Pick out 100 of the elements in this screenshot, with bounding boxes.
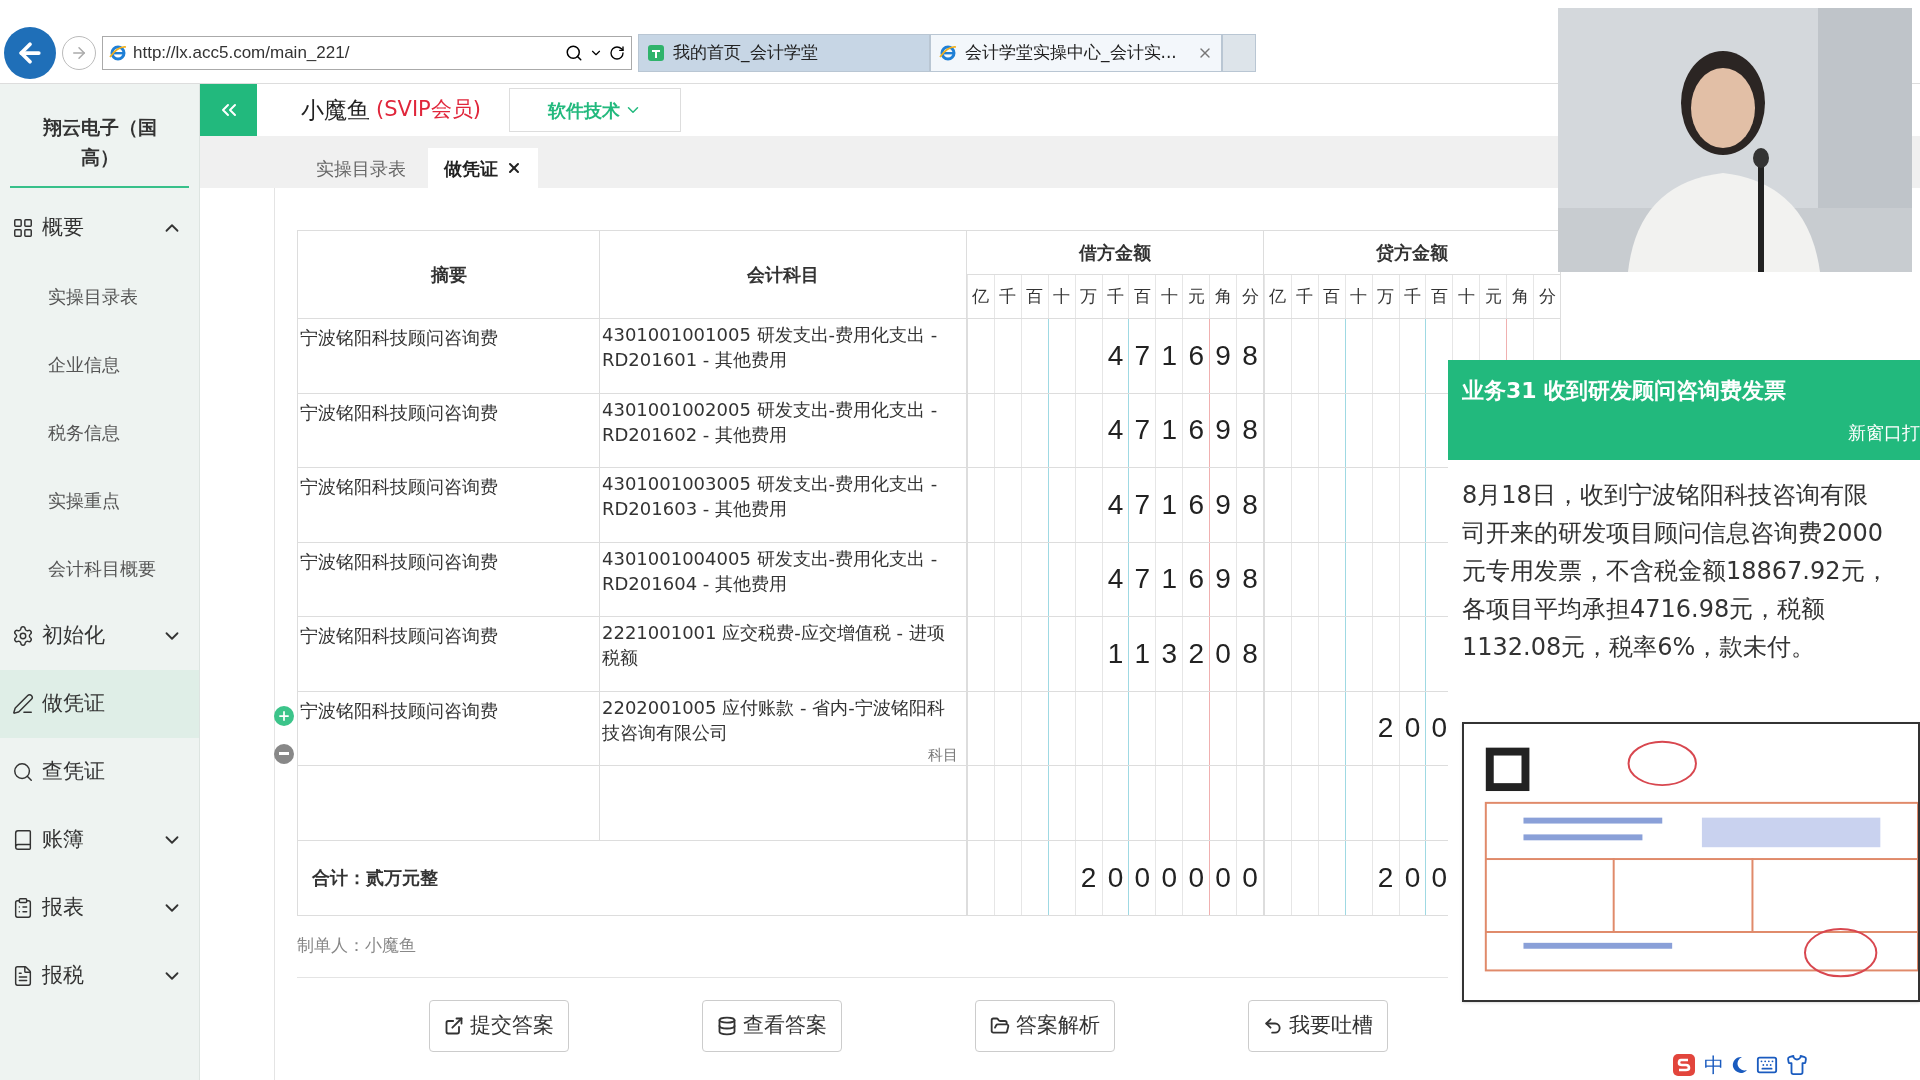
sidebar-subitem[interactable]: 实操目录表	[0, 262, 199, 330]
sidebar-item[interactable]: 初始化	[0, 602, 199, 670]
total-label: 合计：贰万元整	[312, 866, 438, 890]
amount-digit: 7	[1134, 487, 1151, 522]
amount-digit: 8	[1242, 413, 1258, 448]
sidebar-item[interactable]: 账簿	[0, 806, 199, 874]
sidebar-item[interactable]: 做凭证	[0, 670, 199, 738]
close-icon[interactable]	[506, 160, 522, 176]
unit-header: 元	[1187, 284, 1205, 308]
amount-digit: 0	[1404, 860, 1421, 895]
amount-digit: 1	[1134, 636, 1151, 671]
account-cell-text: 2221001001 应交税费-应交增值税 - 进项税额	[602, 621, 946, 670]
amount-digit: 0	[1215, 636, 1231, 671]
amount-digit: 0	[1161, 860, 1178, 895]
summary-cell: 宁波铭阳科技顾问咨询费	[300, 625, 498, 646]
amount-digit: 4	[1107, 338, 1124, 373]
amount-digit: 6	[1188, 562, 1204, 597]
page-tab[interactable]: 实操目录表	[300, 148, 422, 188]
collapse-button[interactable]	[200, 84, 257, 136]
search-icon	[12, 761, 34, 783]
account-cell-text: 4301001002005 研发支出-费用化支出 - RD201602 - 其他费用	[602, 397, 939, 447]
unit-header: 千	[1107, 284, 1124, 308]
unit-header: 亿	[1269, 284, 1287, 308]
book-icon	[12, 829, 34, 851]
sidebar-subitem[interactable]: 实操重点	[0, 466, 199, 534]
sidebar-subitem[interactable]: 税务信息	[0, 398, 199, 466]
pencil-icon	[12, 693, 34, 715]
unit-header: 万	[1080, 284, 1098, 308]
action-button[interactable]: 查看答案	[702, 999, 842, 1052]
amount-digit: 9	[1215, 562, 1231, 597]
amount-digit: 1	[1161, 562, 1178, 597]
amount-digit: 1	[1107, 636, 1124, 671]
amount-digit: 8	[1242, 636, 1258, 671]
folder-icon	[990, 1015, 1010, 1036]
back-button[interactable]	[4, 27, 56, 79]
unit-header: 百	[1430, 284, 1448, 308]
account-cell-text: 4301001004005 研发支出-费用化支出 - RD201604 - 其他费用	[602, 546, 939, 596]
amount-digit: 8	[1242, 338, 1258, 373]
action-button[interactable]: 答案解析	[975, 999, 1115, 1052]
add-row-button[interactable]	[274, 705, 294, 726]
column-header: 摘要	[430, 263, 467, 287]
amount-digit: 0	[1188, 860, 1204, 895]
refresh-icon	[609, 45, 625, 61]
unit-header: 元	[1484, 284, 1502, 308]
search-icon	[565, 44, 583, 62]
unit-header: 十	[1350, 284, 1368, 308]
column-header: 借方金额	[1079, 241, 1151, 265]
clipboard-icon	[12, 897, 34, 919]
amount-digit: 2	[1377, 711, 1394, 746]
sidebar-subitem[interactable]: 会计科目概要	[0, 534, 199, 602]
unit-header: 分	[1241, 284, 1259, 308]
column-header: 贷方金额	[1376, 241, 1448, 265]
task-description: 8月18日，收到宁波铭阳科技咨询有限 司开来的研发项目顾问信息咨询费2000 元专用发票，不含税金额18867.92元， 各项目平均承担4716.98元，税额 1132.08元，税率6%，款未付。	[1461, 480, 1890, 663]
amount-digit: 8	[1242, 562, 1258, 597]
reply-icon	[1263, 1015, 1283, 1036]
unit-header: 千	[1404, 284, 1421, 308]
account-cell-text: 4301001003005 研发支出-费用化支出 - RD201603 - 其他费用	[602, 472, 939, 521]
unit-header: 亿	[972, 284, 990, 308]
sidebar-item[interactable]: 报税	[0, 942, 199, 1010]
action-button[interactable]: 我要吐槽	[1248, 999, 1388, 1052]
summary-cell: 宁波铭阳科技顾问咨询费	[300, 327, 498, 348]
user-name: 小魔鱼	[301, 95, 370, 125]
amount-digit: 2	[1080, 860, 1097, 895]
account-cell-text: 4301001001005 研发支出-费用化支出 - RD201601 - 其他费用	[602, 323, 939, 372]
amount-digit: 1	[1161, 487, 1178, 522]
summary-cell: 宁波铭阳科技顾问咨询费	[300, 476, 498, 497]
browser-icon	[109, 44, 127, 62]
unit-header: 十	[1457, 284, 1475, 308]
amount-digit: 0	[1431, 711, 1448, 746]
amount-digit: 9	[1215, 338, 1231, 373]
sidebar-item[interactable]: 概要	[0, 194, 199, 262]
amount-digit: 0	[1242, 860, 1258, 895]
address-bar[interactable]: http://lx.acc5.com/main_221/	[102, 36, 632, 70]
unit-header: 角	[1511, 284, 1529, 308]
amount-digit: 2	[1188, 636, 1204, 671]
browser-tab[interactable]: 我的首页_会计学堂	[638, 34, 930, 72]
action-button[interactable]: 提交答案	[429, 999, 569, 1052]
summary-cell: 宁波铭阳科技顾问咨询费	[300, 699, 498, 721]
minus-icon	[279, 752, 289, 755]
remove-row-button[interactable]	[274, 743, 294, 764]
moon-icon	[1732, 1056, 1748, 1074]
grid-icon	[12, 217, 34, 239]
amount-digit: 0	[1107, 860, 1124, 895]
unit-header: 十	[1053, 284, 1071, 308]
unit-header: 分	[1538, 284, 1556, 308]
task-title: 业务31 收到研发顾问咨询费发票	[1462, 377, 1788, 405]
amount-digit: 2	[1377, 860, 1394, 895]
sidebar-subitem[interactable]: 企业信息	[0, 330, 199, 398]
page-tab[interactable]: 做凭证	[428, 148, 538, 188]
sidebar-item[interactable]: 报表	[0, 874, 199, 942]
field-hint: 科目	[928, 746, 958, 764]
ime-mode: 中	[1704, 1052, 1724, 1079]
site-icon	[647, 44, 665, 62]
browser-tab[interactable]: 会计学堂实操中心_会计实...	[930, 34, 1222, 72]
amount-digit: 9	[1215, 413, 1231, 448]
amount-digit: 9	[1215, 487, 1231, 522]
amount-digit: 6	[1188, 413, 1204, 448]
sidebar-item[interactable]: 查凭证	[0, 738, 199, 806]
unit-header: 千	[999, 284, 1017, 308]
ime-logo-icon	[1672, 1053, 1696, 1077]
